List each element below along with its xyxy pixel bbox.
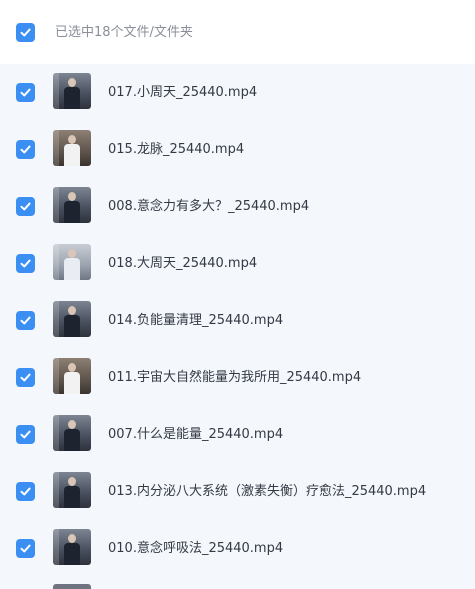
video-thumbnail-icon <box>53 415 91 451</box>
file-checkbox[interactable] <box>16 368 35 387</box>
select-all-checkbox[interactable] <box>16 23 35 42</box>
selection-header: 已选中18个文件/文件夹 <box>0 0 475 64</box>
file-checkbox[interactable] <box>16 197 35 216</box>
checkmark-icon <box>20 430 31 439</box>
video-thumbnail-icon <box>53 187 91 223</box>
video-thumbnail-icon <box>53 472 91 508</box>
file-row[interactable]: 017.小周天_25440.mp4 <box>0 64 475 121</box>
checkmark-icon <box>20 202 31 211</box>
file-row[interactable]: 008.意念力有多大？_25440.mp4 <box>0 178 475 235</box>
checkmark-icon <box>20 544 31 553</box>
selection-count-label: 已选中18个文件/文件夹 <box>55 25 193 40</box>
file-name[interactable]: 015.龙脉_25440.mp4 <box>108 140 244 159</box>
checkmark-icon <box>20 373 31 382</box>
checkmark-icon <box>20 88 31 97</box>
file-row[interactable]: 018.大周天_25440.mp4 <box>0 235 475 292</box>
file-name[interactable]: 011.宇宙大自然能量为我所用_25440.mp4 <box>108 368 361 387</box>
file-row[interactable]: 013.内分泌八大系统（激素失衡）疗愈法_25440.mp4 <box>0 463 475 520</box>
file-checkbox[interactable] <box>16 83 35 102</box>
file-name[interactable]: 014.负能量清理_25440.mp4 <box>108 311 283 330</box>
video-thumbnail-icon <box>53 73 91 109</box>
video-thumbnail-icon <box>53 130 91 166</box>
file-list: 017.小周天_25440.mp4 015.龙脉_25440.mp4 008.意… <box>0 64 475 589</box>
file-row[interactable]: 010.意念呼吸法_25440.mp4 <box>0 520 475 577</box>
file-name[interactable]: 010.意念呼吸法_25440.mp4 <box>108 539 283 558</box>
video-thumbnail-icon <box>53 301 91 337</box>
file-checkbox[interactable] <box>16 425 35 444</box>
file-checkbox[interactable] <box>16 140 35 159</box>
file-name[interactable]: 013.内分泌八大系统（激素失衡）疗愈法_25440.mp4 <box>108 482 426 501</box>
checkmark-icon <box>20 145 31 154</box>
partial-video-thumbnail-icon <box>53 584 91 589</box>
file-checkbox[interactable] <box>16 482 35 501</box>
file-checkbox[interactable] <box>16 311 35 330</box>
checkmark-icon <box>20 28 31 37</box>
video-thumbnail-icon <box>53 358 91 394</box>
checkmark-icon <box>20 316 31 325</box>
file-row[interactable]: 015.龙脉_25440.mp4 <box>0 121 475 178</box>
file-checkbox[interactable] <box>16 539 35 558</box>
video-thumbnail-icon <box>53 244 91 280</box>
file-name[interactable]: 017.小周天_25440.mp4 <box>108 83 257 102</box>
file-name[interactable]: 018.大周天_25440.mp4 <box>108 254 257 273</box>
checkmark-icon <box>20 259 31 268</box>
file-row[interactable]: 011.宇宙大自然能量为我所用_25440.mp4 <box>0 349 475 406</box>
file-row[interactable]: 007.什么是能量_25440.mp4 <box>0 406 475 463</box>
file-name[interactable]: 008.意念力有多大？_25440.mp4 <box>108 197 309 216</box>
file-checkbox[interactable] <box>16 254 35 273</box>
file-name[interactable]: 007.什么是能量_25440.mp4 <box>108 425 283 444</box>
video-thumbnail-icon <box>53 529 91 565</box>
file-row[interactable]: 014.负能量清理_25440.mp4 <box>0 292 475 349</box>
checkmark-icon <box>20 487 31 496</box>
